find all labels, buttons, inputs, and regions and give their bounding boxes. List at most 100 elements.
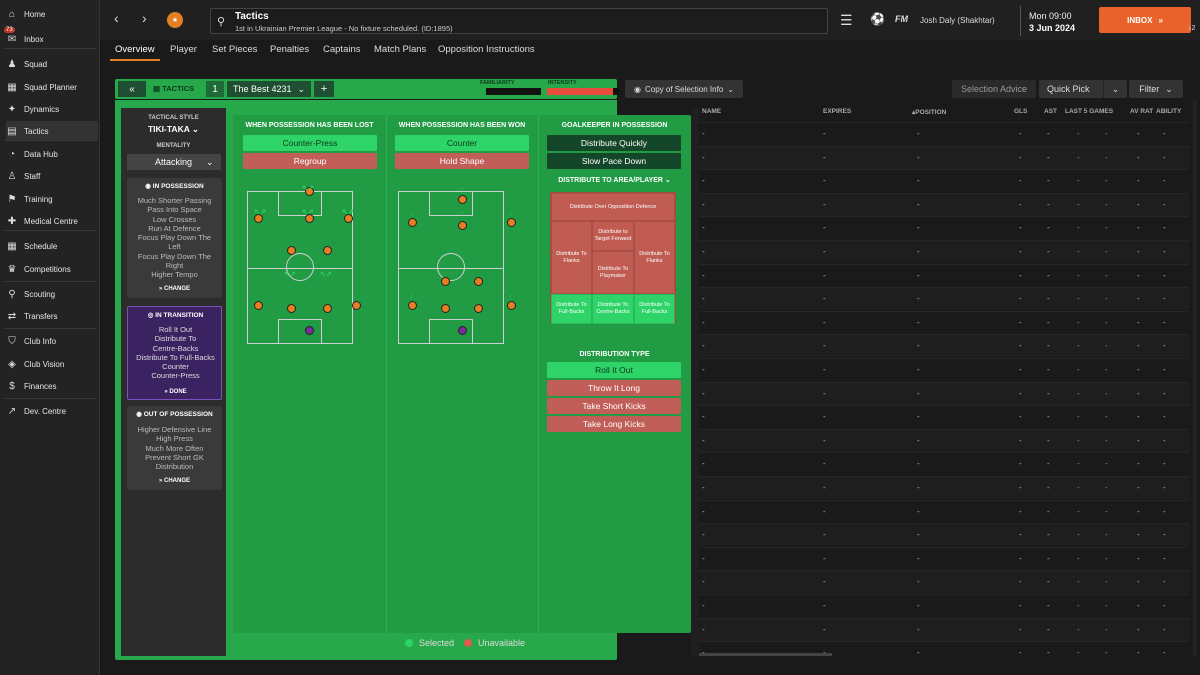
table-row[interactable]: --------- <box>699 216 1189 239</box>
done-button[interactable]: » DONE <box>128 389 223 395</box>
sidebar-item-dynamics[interactable]: ✦ Dynamics <box>6 99 98 119</box>
vertical-scrollbar[interactable] <box>1193 100 1197 656</box>
menu-icon[interactable]: ☰ <box>840 12 853 29</box>
table-row[interactable]: --------- <box>699 405 1189 428</box>
option-slow-pace-down[interactable]: Slow Pace Down <box>547 153 681 169</box>
column-header[interactable]: EXPIRES <box>823 108 851 115</box>
add-tactic-button[interactable]: + <box>314 81 334 97</box>
collapse-button[interactable]: « <box>118 81 146 97</box>
table-row[interactable]: --------- <box>699 358 1189 381</box>
table-row[interactable]: --------- <box>699 240 1189 263</box>
familiarity-bar[interactable] <box>479 88 541 95</box>
intensity-bar[interactable] <box>547 88 619 95</box>
area-full-backs-left[interactable]: Distribute To Full-Backs <box>551 294 592 324</box>
option-hold-shape[interactable]: Hold Shape <box>395 153 529 169</box>
column-header[interactable]: ▴POSITION <box>912 108 946 116</box>
option-throw-it-long[interactable]: Throw It Long <box>547 380 681 396</box>
selection-info-dropdown[interactable]: ◉ Copy of Selection Info ⌄ <box>625 80 743 98</box>
sidebar-item-dev-centre[interactable]: ↗ Dev. Centre <box>6 401 98 421</box>
table-row[interactable]: --------- <box>699 263 1189 287</box>
tactic-slot[interactable]: 1 <box>206 81 224 97</box>
column-header[interactable]: NAME <box>702 108 721 115</box>
option-roll-it-out[interactable]: Roll It Out <box>547 362 681 378</box>
area-over-defence[interactable]: Distribute Over Opposition Defence <box>551 193 675 221</box>
area-target-forward[interactable]: Distribute to Target Forward <box>592 221 634 251</box>
sidebar-item-finances[interactable]: $ Finances <box>6 376 98 396</box>
out-of-possession-box[interactable]: ◉ OUT OF POSSESSION Higher Defensive Lin… <box>127 406 222 490</box>
table-row[interactable]: --------- <box>699 476 1189 499</box>
tab-match-plans[interactable]: Match Plans <box>374 44 426 55</box>
change-button[interactable]: » CHANGE <box>127 478 222 484</box>
ball-icon[interactable]: ⚽ <box>870 12 885 26</box>
tab-opposition-instructions[interactable]: Opposition Instructions <box>438 44 535 55</box>
tactic-name-dropdown[interactable]: The Best 4231 ⌄ <box>227 81 311 97</box>
club-crest-icon[interactable]: ★ <box>165 10 185 30</box>
table-row[interactable]: --------- <box>699 570 1189 594</box>
column-header[interactable]: GLS <box>1014 108 1027 115</box>
sidebar-item-transfers[interactable]: ⇄ Transfers <box>6 306 98 326</box>
sidebar-item-scouting[interactable]: ⚲ Scouting <box>6 284 98 304</box>
table-row[interactable]: --------- <box>699 192 1189 216</box>
table-row[interactable]: --------- <box>699 287 1189 311</box>
option-take-long-kicks[interactable]: Take Long Kicks <box>547 416 681 432</box>
column-header[interactable]: ABILITY <box>1156 108 1181 115</box>
sidebar-item-staff[interactable]: ♙ Staff <box>6 166 98 186</box>
area-centre-backs[interactable]: Distribute To Centre-Backs <box>592 294 634 324</box>
sidebar-item-tactics[interactable]: ▤ Tactics <box>6 121 98 141</box>
sidebar-item-club-vision[interactable]: ◈ Club Vision <box>6 354 98 374</box>
column-header[interactable]: AST <box>1044 108 1057 115</box>
area-flanks-right[interactable]: Distribute To Flanks <box>634 221 675 294</box>
sidebar-item-competitions[interactable]: ♛ Competitions <box>6 259 98 279</box>
horizontal-scrollbar[interactable] <box>699 653 832 656</box>
inbox-button[interactable]: INBOX » <box>1099 7 1191 33</box>
sidebar-item-medical-centre[interactable]: ✚ Medical Centre <box>6 211 98 231</box>
option-counter-press[interactable]: Counter-Press <box>243 135 377 151</box>
sidebar-item-data-hub[interactable]: ◔ Data Hub <box>6 144 98 164</box>
change-button[interactable]: » CHANGE <box>127 286 222 292</box>
forward-arrow-icon[interactable]: › <box>142 10 147 26</box>
in-transition-box[interactable]: ◎ IN TRANSITION Roll It Out Distribute To… <box>127 306 222 400</box>
search-box[interactable]: ⚲ Tactics 1st in Ukrainian Premier Leagu… <box>210 8 828 34</box>
option-take-short-kicks[interactable]: Take Short Kicks <box>547 398 681 414</box>
tab-penalties[interactable]: Penalties <box>270 44 309 55</box>
selection-advice-button[interactable]: Selection Advice <box>952 80 1036 98</box>
back-arrow-icon[interactable]: ‹ <box>114 10 119 26</box>
mentality-dropdown[interactable]: Attacking ⌄ <box>127 154 221 170</box>
table-row[interactable]: --------- <box>699 452 1189 475</box>
column-header[interactable]: LAST 5 GAMES <box>1065 108 1113 115</box>
sidebar-item-home[interactable]: ⌂ Home <box>6 4 98 24</box>
sidebar-item-squad[interactable]: ♟ Squad <box>6 54 98 74</box>
column-header[interactable]: AV RAT <box>1130 108 1153 115</box>
table-row[interactable]: --------- <box>699 546 1189 570</box>
option-counter[interactable]: Counter <box>395 135 529 151</box>
option-regroup[interactable]: Regroup <box>243 153 377 169</box>
sidebar-item-schedule[interactable]: ▦ Schedule <box>6 236 98 256</box>
table-row[interactable]: --------- <box>699 617 1189 641</box>
tab-captains[interactable]: Captains <box>323 44 361 55</box>
table-row[interactable]: --------- <box>699 499 1189 523</box>
in-possession-box[interactable]: ◉ IN POSSESSION Much Shorter Passing Pass… <box>127 178 222 298</box>
tab-overview[interactable]: Overview <box>115 44 155 55</box>
sidebar-item-squad-planner[interactable]: ▦ Squad Planner <box>6 77 98 97</box>
area-flanks-left[interactable]: Distribute To Flanks <box>551 221 592 294</box>
bell-icon[interactable]: ♪2 <box>1188 25 1195 32</box>
table-row[interactable]: --------- <box>699 523 1189 547</box>
sidebar-item-training[interactable]: ⚑ Training <box>6 189 98 209</box>
distribute-area-title[interactable]: DISTRIBUTE TO AREA/PLAYER ⌄ <box>538 176 691 184</box>
table-row[interactable]: --------- <box>699 428 1189 452</box>
date-box[interactable]: Mon 09:00 3 Jun 2024 <box>1020 6 1094 36</box>
table-row[interactable]: --------- <box>699 169 1189 192</box>
tab-set-pieces[interactable]: Set Pieces <box>212 44 257 55</box>
filter-dropdown[interactable]: Filter ⌄ <box>1129 80 1183 98</box>
area-playmaker[interactable]: Distribute To Playmaker <box>592 251 634 294</box>
sidebar-item-club-info[interactable]: ⛉ Club Info <box>6 331 98 351</box>
table-row[interactable]: --------- <box>699 145 1189 169</box>
manager-name[interactable]: Josh Daly (Shakhtar) <box>920 16 995 25</box>
table-row[interactable]: --------- <box>699 381 1189 405</box>
table-row[interactable]: --------- <box>699 594 1189 617</box>
table-row[interactable]: --------- <box>699 334 1189 358</box>
table-row[interactable]: --------- <box>699 310 1189 334</box>
sidebar-item-inbox[interactable]: ✉ 73 Inbox <box>4 27 98 49</box>
area-full-backs-right[interactable]: Distribute To Full-Backs <box>634 294 675 324</box>
table-row[interactable]: --------- <box>699 122 1189 145</box>
